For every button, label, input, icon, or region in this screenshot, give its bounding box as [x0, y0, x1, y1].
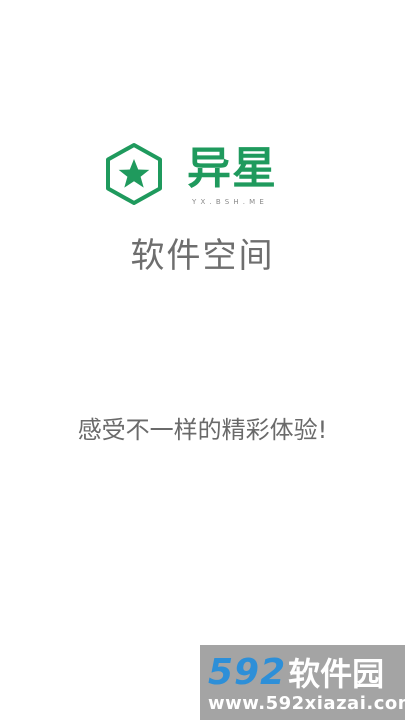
app-logo: 异星 YX.BSH.ME	[104, 140, 304, 220]
app-subtitle: 软件空间	[130, 236, 275, 276]
splash-tagline: 感受不一样的精彩体验!	[77, 416, 328, 444]
watermark-overlay: 592软件园 www.592xiazai.com	[200, 645, 405, 720]
watermark-number: 592	[208, 651, 287, 693]
watermark-title: 592软件园	[208, 649, 384, 694]
brand-name: 异星	[187, 143, 277, 194]
watermark-text: 软件园	[288, 655, 385, 693]
hexagon-star-icon	[106, 143, 162, 205]
brand-domain: YX.BSH.ME	[192, 198, 269, 206]
splash-screen: 异星 YX.BSH.ME 软件空间 感受不一样的精彩体验! 592软件园 www…	[0, 0, 405, 720]
watermark-url: www.592xiazai.com	[208, 693, 405, 714]
